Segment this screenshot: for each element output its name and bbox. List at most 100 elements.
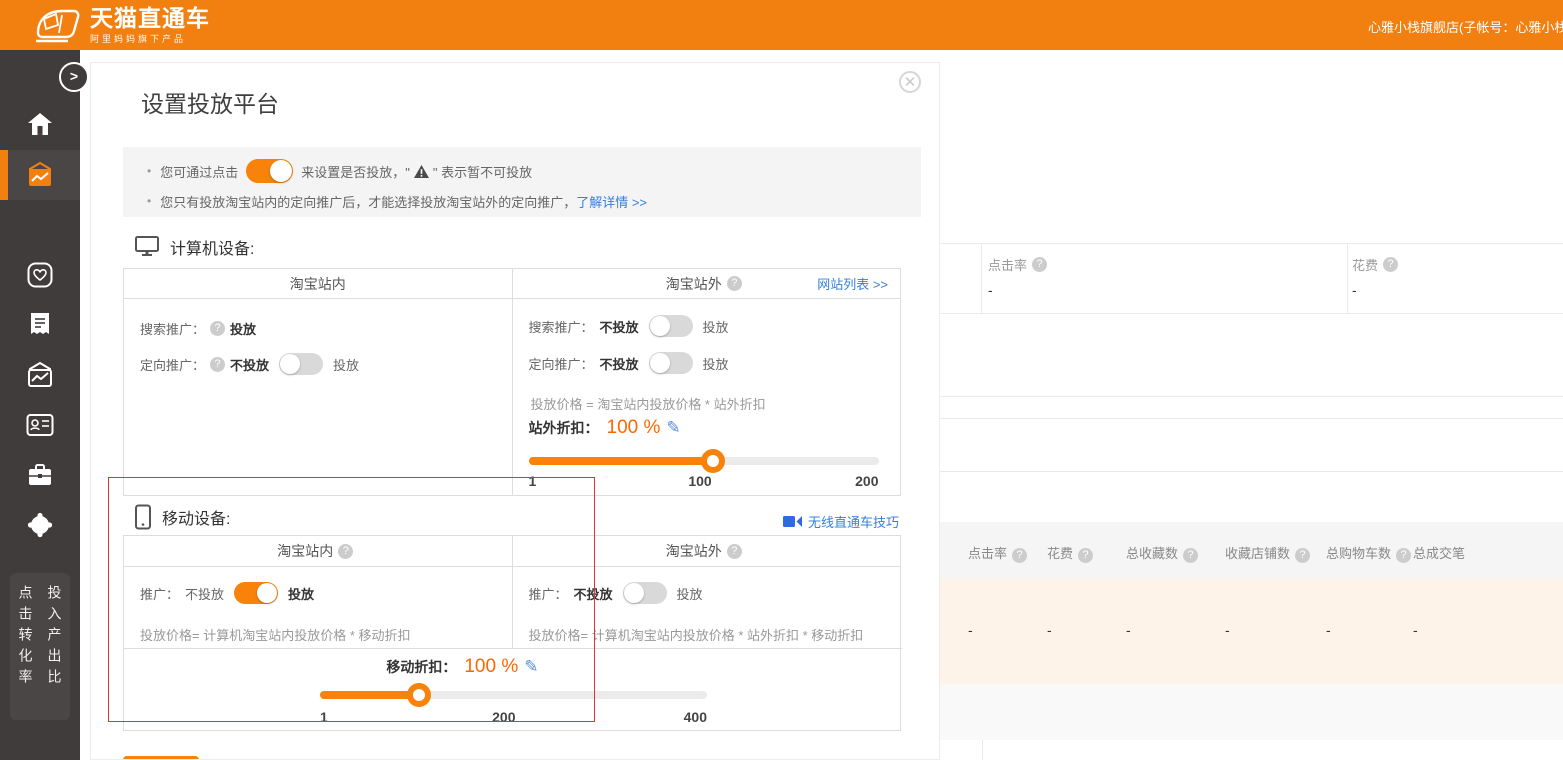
divider [940,471,1563,472]
mobile-outside-cell: 推广： 不投放 投放 投放价格= 计算机淘宝站内投放价格 * 站外折扣 * 移动… [513,567,901,648]
outside-discount-row: 站外折扣： 100 % ✎ [529,415,681,441]
divider [982,740,983,760]
modal-title: 设置投放平台 [141,85,279,119]
target-outside-toggle[interactable] [649,352,693,374]
target-promo-row: 定向推广： ? 不投放 投放 [140,352,359,376]
column-header-taobao-outside: 淘宝站外 ? [513,536,901,566]
sidebar-expand-icon[interactable]: > [59,62,89,92]
notice-text: " 表示暂不可投放 [433,162,532,181]
wireless-tips-link[interactable]: 无线直通车技巧 [783,512,899,531]
column-header[interactable]: 点击率 [968,546,1007,561]
report-table-header: 点击率? 花费? 总收藏数? 收藏店铺数? 总购物车数? 总成交笔 [940,522,1563,578]
column-header[interactable]: 总成交笔 [1413,546,1465,561]
outside-discount-slider[interactable] [529,457,879,465]
discount-label: 站外折扣： [529,418,599,438]
help-icon[interactable]: ? [1183,548,1198,563]
help-icon[interactable]: ? [1383,257,1398,272]
search-promo-row: 搜索推广： ? 投放 [140,316,256,340]
help-icon[interactable]: ? [1012,548,1027,563]
close-icon[interactable]: ✕ [899,71,921,93]
cell-value: - [1047,622,1052,638]
slider-knob[interactable] [407,683,431,707]
row-label: 定向推广： [529,354,594,373]
website-list-link[interactable]: 网站列表 >> [817,274,888,293]
status-off: 不投放 [574,584,613,603]
example-toggle-on [246,159,293,183]
logo-subtitle: 阿里妈妈旗下产品 [90,32,210,45]
app-logo[interactable]: 天猫直通车 阿里妈妈旗下产品 [34,5,210,45]
sidebar-item-campaign[interactable] [0,150,80,200]
sidebar-item-home[interactable] [0,99,80,149]
sidebar-item-tools[interactable] [0,450,80,500]
metric-roi: 投入产出比 [45,585,65,720]
tick-mid: 100 [688,473,711,489]
tick-max: 400 [684,709,707,725]
sidebar-metrics-panel[interactable]: 点击转化率 投入产出比 [10,573,70,720]
edit-icon[interactable]: ✎ [666,418,680,438]
help-icon[interactable]: ? [210,321,225,336]
id-card-icon [26,413,54,437]
target-inside-toggle[interactable] [279,353,323,375]
price-formula: 投放价格= 计算机淘宝站内投放价格 * 站外折扣 * 移动折扣 [529,625,864,644]
campaign-icon [26,162,54,188]
summary-card-cost: 花费 ? - [1352,255,1403,298]
price-formula: 投放价格 = 淘宝站内投放价格 * 站外折扣 [531,394,766,413]
help-icon[interactable]: ? [1295,548,1310,563]
column-header[interactable]: 收藏店铺数 [1225,546,1290,561]
card-label: 花费 [1352,255,1378,274]
confirm-button[interactable] [123,756,199,760]
row-label: 定向推广： [140,355,205,374]
computer-inside-cell: 搜索推广： ? 投放 定向推广： ? 不投放 投放 [124,299,513,495]
mobile-discount-row: 移动折扣： 100 % ✎ 1 200 400 [124,648,902,730]
help-icon[interactable]: ? [1078,548,1093,563]
mobile-inside-cell: 推广： 不投放 投放 投放价格= 计算机淘宝站内投放价格 * 移动折扣 [124,567,513,648]
sidebar-item-gallery[interactable] [0,350,80,400]
helm-icon [27,512,53,538]
notice-line-1: • 您可通过点击 来设置是否投放，" " 表示暂不可投放 [147,156,921,186]
discount-value: 100 % [607,417,661,439]
sidebar-item-reports[interactable] [0,300,80,350]
discount-value: 100 % [464,656,518,678]
train-logo-icon [34,5,82,45]
sidebar-item-favorites[interactable] [0,250,80,300]
learn-more-link[interactable]: 了解详情 >> [576,192,647,211]
warning-icon [413,164,430,179]
section-title: 计算机设备: [170,235,254,259]
divider [940,418,1563,419]
mobile-discount-slider[interactable] [320,691,707,699]
divider [1347,244,1348,313]
search-outside-toggle[interactable] [649,315,693,337]
card-label: 点击率 [988,255,1027,274]
search-promo-row: 搜索推广： 不投放 投放 [529,314,729,338]
help-icon[interactable]: ? [210,357,225,372]
slider-knob[interactable] [701,449,725,473]
help-icon[interactable]: ? [1396,548,1411,563]
tips-link-text[interactable]: 无线直通车技巧 [808,512,899,531]
cell-value: - [1225,622,1230,638]
mobile-outside-toggle[interactable] [623,582,667,604]
cell-value: - [968,622,973,638]
report-table-footer [940,684,1563,740]
discount-label: 移动折扣： [386,657,456,677]
account-name[interactable]: 心雅小栈旗舰店(子帐号：心雅小栈旗 [1368,17,1563,36]
row-label: 搜索推广： [140,319,205,338]
column-header[interactable]: 花费 [1047,546,1073,561]
help-icon[interactable]: ? [338,544,353,559]
report-table-row[interactable]: - - - - - - [940,578,1563,684]
mobile-platform-table: 淘宝站内 ? 淘宝站外 ? 推广： 不投放 投放 投放价格= 计算机淘宝站内投放… [123,535,901,731]
column-header[interactable]: 总购物车数 [1326,546,1391,561]
edit-icon[interactable]: ✎ [524,657,538,677]
sidebar-item-service[interactable] [0,500,80,550]
report-icon [28,312,52,338]
row-label: 推广： [140,584,179,603]
help-icon[interactable]: ? [1032,257,1047,272]
help-icon[interactable]: ? [727,544,742,559]
column-header[interactable]: 总收藏数 [1126,546,1178,561]
summary-card-clickrate: 点击率 ? - [988,255,1052,298]
mobile-inside-toggle[interactable] [234,582,278,604]
picture-icon [26,362,54,388]
section-title: 移动设备: [162,505,230,529]
video-icon [783,515,803,528]
sidebar-item-contacts[interactable] [0,400,80,450]
help-icon[interactable]: ? [727,276,742,291]
